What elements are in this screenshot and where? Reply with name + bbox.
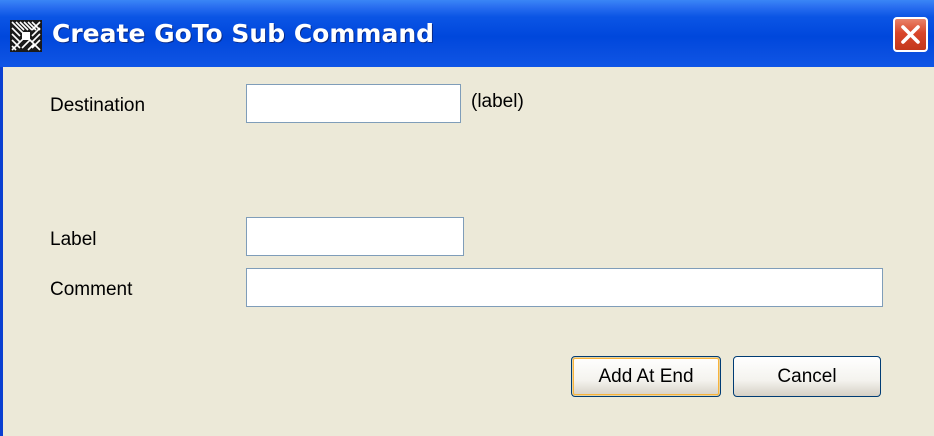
window-title: Create GoTo Sub Command — [52, 19, 435, 48]
comment-input[interactable] — [246, 268, 883, 307]
label-label: Label — [50, 229, 97, 250]
close-button[interactable] — [893, 17, 928, 52]
destination-label: Destination — [50, 95, 146, 116]
close-icon — [901, 25, 920, 44]
add-at-end-button[interactable]: Add At End — [571, 356, 721, 397]
destination-input[interactable] — [246, 84, 461, 123]
title-bar[interactable]: Create GoTo Sub Command — [0, 0, 934, 67]
checkered-app-icon — [10, 20, 42, 52]
cancel-button[interactable]: Cancel — [733, 356, 881, 397]
label-input[interactable] — [246, 217, 464, 256]
comment-label: Comment — [50, 279, 133, 300]
dialog-window: Create GoTo Sub Command Destination (lab… — [0, 0, 934, 436]
destination-hint: (label) — [471, 91, 524, 112]
